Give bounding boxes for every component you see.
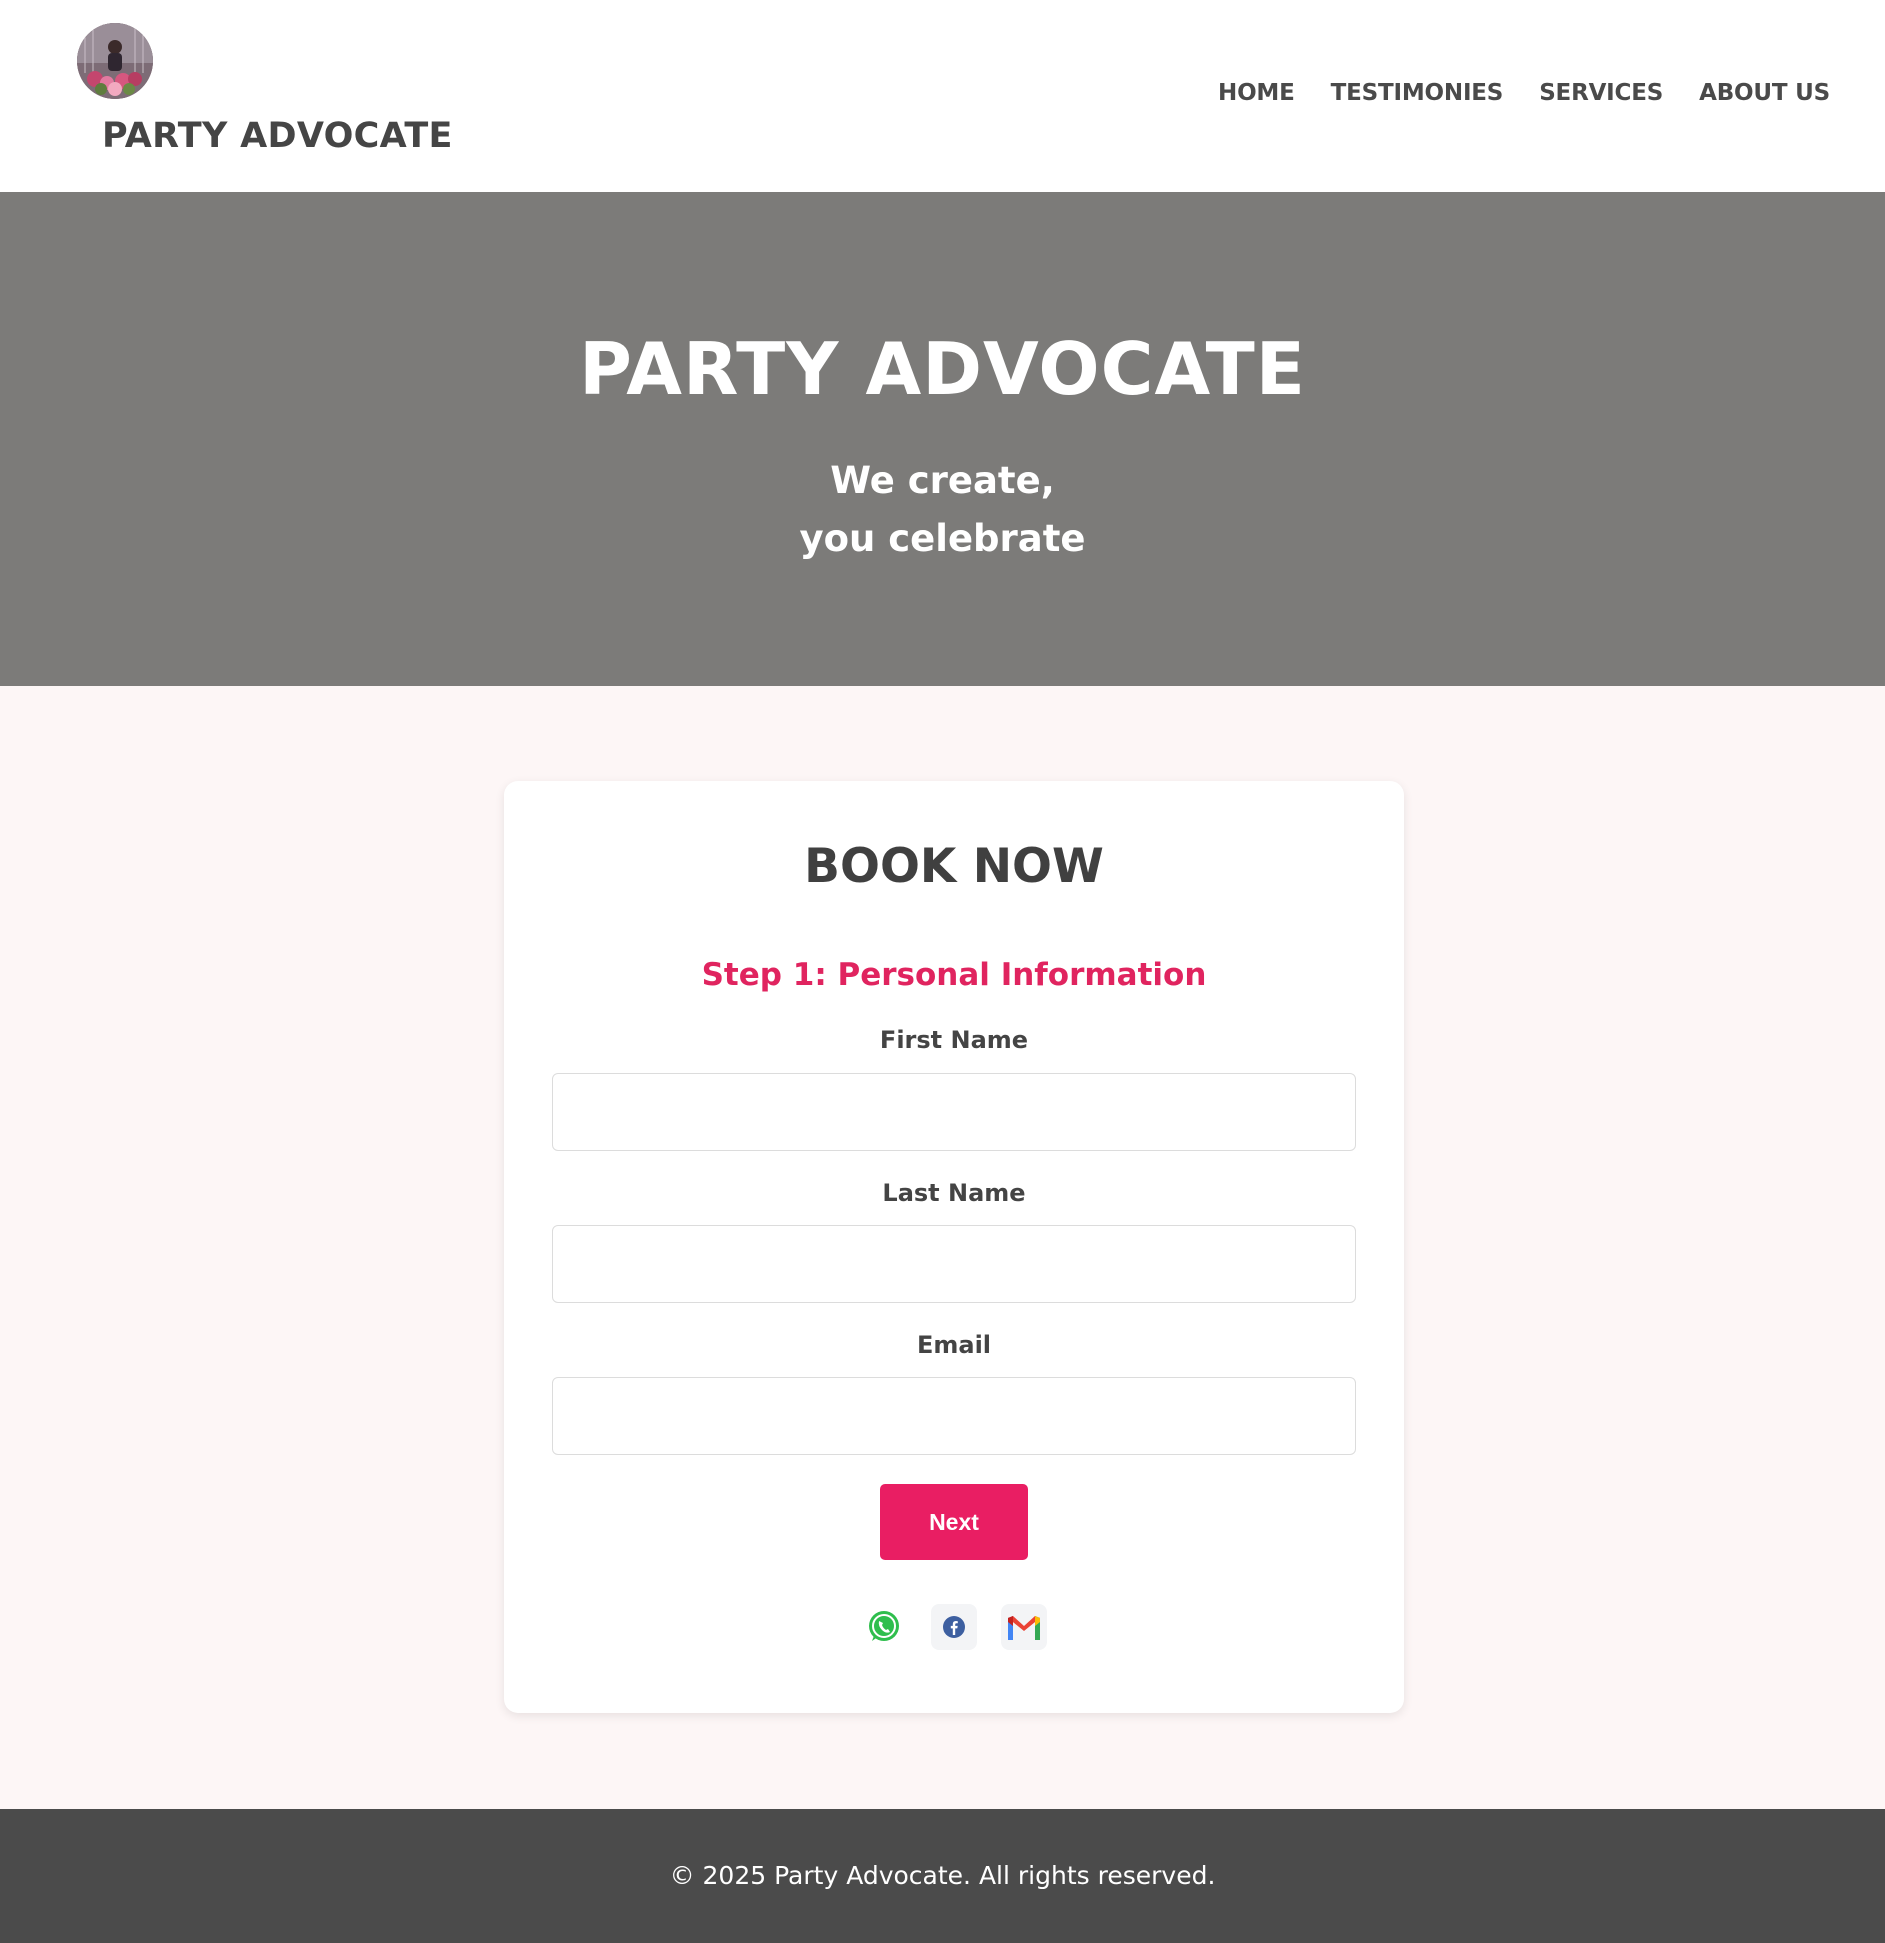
nav-about-us[interactable]: ABOUT US [1699,80,1830,106]
main-nav: HOME TESTIMONIES SERVICES ABOUT US [1218,80,1830,106]
nav-testimonies[interactable]: TESTIMONIES [1331,80,1504,106]
booking-title: BOOK NOW [804,839,1104,894]
hero-banner: PARTY ADVOCATE We create, you celebrate [0,192,1885,686]
hero-subtitle: We create, you celebrate [0,452,1885,568]
booking-card: BOOK NOW Step 1: Personal Information Fi… [504,781,1404,1713]
first-name-input[interactable] [552,1073,1356,1151]
copyright-text: © 2025 Party Advocate. All rights reserv… [669,1861,1216,1890]
logo-photo [77,23,153,99]
site-header: PARTY ADVOCATE HOME TESTIMONIES SERVICES… [0,0,1885,192]
gmail-icon[interactable] [1001,1604,1047,1650]
last-name-input[interactable] [552,1225,1356,1303]
whatsapp-icon[interactable] [861,1604,907,1650]
logo-avatar[interactable] [77,23,153,99]
nav-home[interactable]: HOME [1218,80,1295,106]
social-links [504,1604,1404,1650]
brand-name[interactable]: PARTY ADVOCATE [102,116,453,156]
email-input[interactable] [552,1377,1356,1455]
site-footer: © 2025 Party Advocate. All rights reserv… [0,1809,1885,1943]
facebook-icon[interactable] [931,1604,977,1650]
step-title: Step 1: Personal Information [701,957,1207,993]
hero-title: PARTY ADVOCATE [579,327,1306,411]
email-label: Email [916,1331,992,1359]
first-name-label: First Name [879,1026,1029,1054]
hero-subtitle-line1: We create, [830,459,1055,502]
hero-subtitle-line2: you celebrate [799,517,1086,560]
nav-services[interactable]: SERVICES [1539,80,1663,106]
booking-section: BOOK NOW Step 1: Personal Information Fi… [0,686,1885,1809]
next-button[interactable]: Next [880,1484,1028,1560]
last-name-label: Last Name [882,1179,1026,1207]
